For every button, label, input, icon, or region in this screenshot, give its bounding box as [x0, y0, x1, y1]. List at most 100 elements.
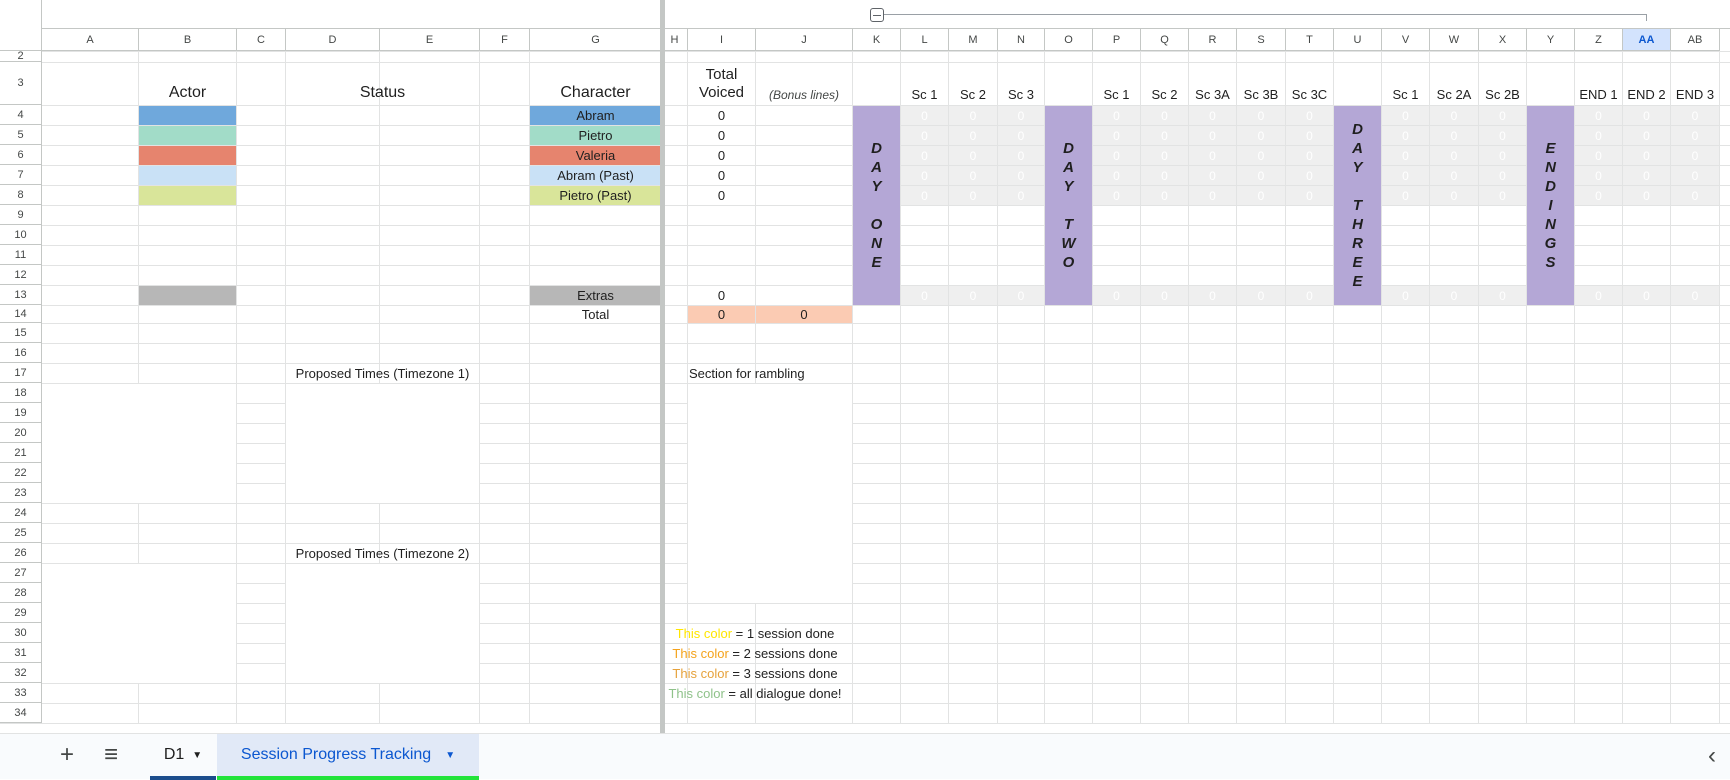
column-header-h[interactable]: H [662, 29, 688, 51]
progress-cell: 0 [1671, 186, 1719, 205]
row-header-9[interactable]: 9 [0, 205, 42, 225]
row-header-24[interactable]: 24 [0, 503, 42, 523]
tab-d1-label: D1 [163, 746, 185, 763]
row-header-31[interactable]: 31 [0, 643, 42, 663]
column-header-p[interactable]: P [1093, 29, 1141, 51]
column-header-l[interactable]: L [901, 29, 949, 51]
progress-cell: 0 [1237, 146, 1285, 165]
progress-cell: 0 [1382, 166, 1429, 185]
row-header-4[interactable]: 4 [0, 105, 42, 125]
row-gridline [0, 463, 1730, 464]
day-bar-letter: O [1062, 254, 1075, 271]
spreadsheet-grid[interactable]: A B C D E F G H I J K L M N O P Q R S T U V W X Y Z AA AB 234567891… [0, 0, 1730, 733]
row-gridline [0, 323, 1730, 324]
add-sheet-button[interactable]: + [52, 740, 82, 770]
row-header-7[interactable]: 7 [0, 165, 42, 185]
row-header-16[interactable]: 16 [0, 343, 42, 363]
progress-cell: 0 [1237, 286, 1285, 305]
column-header-q[interactable]: Q [1141, 29, 1189, 51]
column-header-c[interactable]: C [237, 29, 286, 51]
column-header-f[interactable]: F [480, 29, 530, 51]
progress-cell: 0 [1623, 106, 1670, 125]
row-header-13[interactable]: 13 [0, 285, 42, 305]
row-header-11[interactable]: 11 [0, 245, 42, 265]
row-header-15[interactable]: 15 [0, 323, 42, 343]
column-header-r[interactable]: R [1189, 29, 1237, 51]
select-all-corner[interactable] [0, 0, 42, 51]
row-header-34[interactable]: 34 [0, 703, 42, 723]
day-bar-letter: Y [1352, 159, 1363, 176]
tab-d1[interactable]: D1 ▼ [150, 734, 216, 780]
character-cell: Abram [530, 106, 661, 125]
row-header-25[interactable]: 25 [0, 523, 42, 543]
column-header-y[interactable]: Y [1527, 29, 1575, 51]
column-header-d[interactable]: D [286, 29, 380, 51]
row-header-14[interactable]: 14 [0, 305, 42, 323]
column-header-aa[interactable]: AA [1623, 29, 1671, 51]
tab-session-progress-tracking[interactable]: Session Progress Tracking ▼ [217, 734, 479, 780]
column-header-e[interactable]: E [380, 29, 480, 51]
scroll-tabs-left-button[interactable]: ‹ [1700, 742, 1724, 770]
row-header-10[interactable]: 10 [0, 225, 42, 245]
day-bar-letter: D [1545, 178, 1556, 195]
column-header-m[interactable]: M [949, 29, 998, 51]
column-header-o[interactable]: O [1045, 29, 1093, 51]
character-cell: Abram (Past) [530, 166, 661, 185]
row-header-27[interactable]: 27 [0, 563, 42, 583]
progress-cell: 0 [949, 286, 997, 305]
column-header-z[interactable]: Z [1575, 29, 1623, 51]
column-header-t[interactable]: T [1286, 29, 1334, 51]
row-header-22[interactable]: 22 [0, 463, 42, 483]
column-header-n[interactable]: N [998, 29, 1045, 51]
row-header-21[interactable]: 21 [0, 443, 42, 463]
row-header-6[interactable]: 6 [0, 145, 42, 165]
day-bar-letter: A [1352, 140, 1363, 157]
row-header-17[interactable]: 17 [0, 363, 42, 383]
row-header-2[interactable]: 2 [0, 50, 42, 62]
progress-cell: 0 [1237, 166, 1285, 185]
row-header-20[interactable]: 20 [0, 423, 42, 443]
row-header-8[interactable]: 8 [0, 185, 42, 205]
column-header-x[interactable]: X [1479, 29, 1527, 51]
column-header-a[interactable]: A [42, 29, 139, 51]
row-header-28[interactable]: 28 [0, 583, 42, 603]
column-header-b[interactable]: B [139, 29, 237, 51]
row-header-29[interactable]: 29 [0, 603, 42, 623]
row-gridline [0, 483, 1730, 484]
progress-cell: 0 [1286, 186, 1333, 205]
row-header-23[interactable]: 23 [0, 483, 42, 503]
progress-cell: 0 [998, 106, 1044, 125]
legend-item: This color = 2 sessions done [660, 644, 850, 663]
progress-cell: 0 [1479, 126, 1526, 145]
column-header-j[interactable]: J [756, 29, 853, 51]
row-header-5[interactable]: 5 [0, 125, 42, 145]
column-header-w[interactable]: W [1430, 29, 1479, 51]
row-header-33[interactable]: 33 [0, 683, 42, 703]
row-header-26[interactable]: 26 [0, 543, 42, 563]
row-header-3[interactable]: 3 [0, 62, 42, 105]
column-header-g[interactable]: G [530, 29, 662, 51]
collapse-group-icon[interactable] [870, 8, 884, 22]
actor-color-swatch [139, 146, 236, 165]
row-header-18[interactable]: 18 [0, 383, 42, 403]
row-header-19[interactable]: 19 [0, 403, 42, 423]
column-header-v[interactable]: V [1382, 29, 1430, 51]
row-header-12[interactable]: 12 [0, 265, 42, 285]
sheet-tabs-bar: + ≡ D1 ▼ Session Progress Tracking ▼ ‹ [0, 733, 1730, 780]
row-gridline [0, 383, 1730, 384]
progress-cell: 0 [1575, 126, 1622, 145]
progress-cell: 0 [1382, 126, 1429, 145]
frozen-column-divider[interactable] [660, 0, 665, 733]
row-header-30[interactable]: 30 [0, 623, 42, 643]
column-header-u[interactable]: U [1334, 29, 1382, 51]
column-header-ab[interactable]: AB [1671, 29, 1720, 51]
column-header-k[interactable]: K [853, 29, 901, 51]
column-header-s[interactable]: S [1237, 29, 1286, 51]
day-bar-letter: G [1544, 235, 1557, 252]
progress-cell: 0 [1382, 146, 1429, 165]
progress-cell: 0 [949, 166, 997, 185]
row-header-32[interactable]: 32 [0, 663, 42, 683]
row-gridline [0, 583, 1730, 584]
all-sheets-menu-button[interactable]: ≡ [96, 740, 126, 770]
column-header-i[interactable]: I [688, 29, 756, 51]
